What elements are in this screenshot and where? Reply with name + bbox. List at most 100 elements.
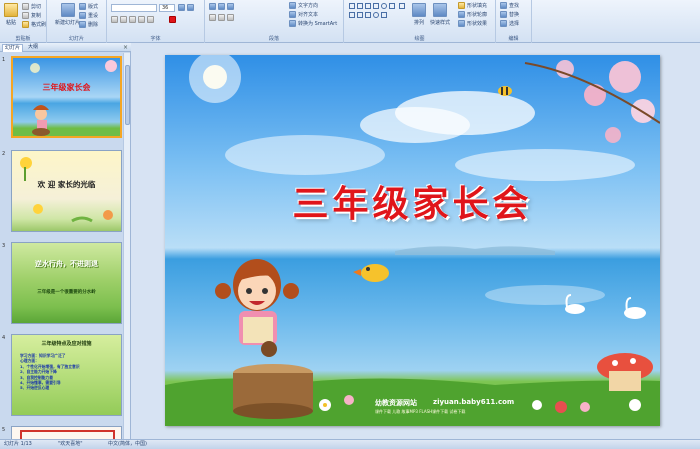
replace-icon <box>500 11 507 18</box>
shape-fill-button[interactable]: 形状填充 <box>458 2 487 9</box>
slide-thumbnail-5[interactable] <box>11 426 122 439</box>
tab-slides[interactable]: 幻灯片 <box>2 44 24 52</box>
slide-thumbnail-1[interactable]: 三年级家长会 <box>11 56 122 138</box>
select-button[interactable]: 选择 <box>500 20 519 27</box>
shape-effects-button[interactable]: 形状效果 <box>458 20 487 27</box>
clipboard-group-label: 剪贴板 <box>15 36 31 42</box>
find-button[interactable]: 查找 <box>500 2 519 9</box>
shadow-button[interactable] <box>147 16 154 23</box>
smartart-icon <box>289 20 296 27</box>
indent-button[interactable] <box>227 3 234 10</box>
effects-icon <box>458 20 465 27</box>
font-color-button[interactable] <box>169 16 176 23</box>
shrink-font-icon <box>187 4 194 11</box>
thumbnail-frame <box>20 430 115 439</box>
shape-arrow-icon[interactable] <box>373 3 379 9</box>
shapes-gallery[interactable] <box>348 3 408 29</box>
slide-count-status: 幻灯片 1/13 <box>4 441 32 447</box>
slide-title[interactable]: 三年级家长会 <box>165 175 660 227</box>
thumbnail-line: 5、开始逆反心理 <box>20 385 50 391</box>
shape-rect-icon[interactable] <box>349 12 355 18</box>
strikethrough-button[interactable] <box>138 16 145 23</box>
italic-button[interactable] <box>120 16 127 23</box>
slide-number: 3 <box>2 243 6 249</box>
align-left-button[interactable] <box>209 14 216 21</box>
font-size-combo[interactable]: 36 <box>159 4 175 12</box>
font-group-label: 字体 <box>150 36 161 42</box>
shape-oval-icon[interactable] <box>381 3 387 9</box>
new-slide-button[interactable]: 新建幻灯片 <box>55 3 80 26</box>
slide-editor: 三年级家长会 幼教资源网站 ziyuan.baby611.com 课件下载 儿歌… <box>131 43 700 439</box>
bold-button[interactable] <box>111 16 118 23</box>
slide-thumbnail-2[interactable]: 欢 迎 家长的光临 <box>11 150 122 232</box>
slide-number: 4 <box>2 335 6 341</box>
shape-brace-icon[interactable] <box>357 12 363 18</box>
language-status[interactable]: 中文(简体，中国) <box>108 440 147 449</box>
outline-pen-icon <box>458 11 465 18</box>
numbering-icon <box>218 3 225 10</box>
align-center-button[interactable] <box>218 14 225 21</box>
shape-rect-icon[interactable] <box>349 3 355 9</box>
slide-thumbnail-4[interactable]: 三年级特点及应对措施 学习方面：知识学习广泛了 心理方面： 1、个性化开始增强，… <box>11 334 122 416</box>
cut-button[interactable]: 剪切 <box>22 3 41 10</box>
text-direction-button[interactable]: 文字方向 <box>289 2 318 9</box>
select-icon <box>500 20 507 27</box>
site-subtitle-label: 课件下载 儿歌 故事MP3 FLASH课件下载 试卷下载 <box>375 409 466 414</box>
current-slide[interactable]: 三年级家长会 幼教资源网站 ziyuan.baby611.com 课件下载 儿歌… <box>165 55 660 426</box>
thumbnail-title: 三年级特点及应对措施 <box>41 341 92 347</box>
font-shrink-button[interactable] <box>187 4 194 11</box>
scroll-thumb[interactable] <box>125 65 130 125</box>
shape-rect-icon[interactable] <box>381 12 387 18</box>
slide-thumbnail-3[interactable]: 逆水行舟，不进则退 三年级是一个很重要的分水岭 <box>11 242 122 324</box>
indent-icon <box>227 3 234 10</box>
align-text-button[interactable]: 对齐文本 <box>289 11 318 18</box>
arrange-button[interactable]: 排列 <box>412 3 426 26</box>
scissors-icon <box>22 3 29 10</box>
thumbnail-subtitle: 三年级是一个很重要的分水岭 <box>37 290 96 295</box>
copy-icon <box>22 12 29 19</box>
shape-triangle-icon[interactable] <box>398 3 405 9</box>
reset-icon <box>79 12 86 19</box>
quick-styles-button[interactable]: 快速样式 <box>430 3 450 26</box>
align-text-icon <box>289 11 296 18</box>
shape-star-icon[interactable] <box>365 12 371 18</box>
tab-outline[interactable]: 大纲 <box>26 44 40 52</box>
align-left-icon <box>209 14 216 21</box>
format-painter-button[interactable]: 格式刷 <box>22 21 46 28</box>
shape-rect-icon[interactable] <box>389 3 395 9</box>
slide-background-art <box>165 55 660 426</box>
delete-slide-button[interactable]: 删除 <box>79 21 98 28</box>
editing-group: 查找 替换 选择 编辑 <box>496 0 532 43</box>
editing-group-label: 编辑 <box>508 36 519 42</box>
replace-button[interactable]: 替换 <box>500 11 519 18</box>
slide-number: 1 <box>2 57 6 63</box>
layout-button[interactable]: 版式 <box>79 3 98 10</box>
ribbon: 粘贴 剪切 复制 格式刷 剪贴板 新建幻灯片 版式 重设 删除 幻灯片 36 字… <box>0 0 700 43</box>
text-direction-icon <box>289 2 296 9</box>
panel-scrollbar[interactable] <box>123 53 130 439</box>
shape-rect-icon[interactable] <box>357 3 363 9</box>
smartart-button[interactable]: 转换为 SmartArt <box>289 20 337 27</box>
thumbnail-body: 学习方面：知识学习广泛了 心理方面： 1、个性化开始增强，有了独立意识 2、自主… <box>20 353 80 391</box>
slides-panel: 幻灯片 大纲 × 1 三年级家长会 2 欢 迎 家长的光临 3 逆水行舟，不进则… <box>0 43 131 439</box>
underline-button[interactable] <box>129 16 136 23</box>
shape-outline-button[interactable]: 形状轮廓 <box>458 11 487 18</box>
close-icon[interactable]: × <box>123 44 128 51</box>
status-bar: 幻灯片 1/13 "欢天喜地" 中文(简体，中国) <box>0 439 700 449</box>
bullets-icon <box>209 3 216 10</box>
font-color-icon <box>169 16 176 23</box>
align-right-button[interactable] <box>227 14 234 21</box>
shape-oval-icon[interactable] <box>373 12 379 18</box>
copy-button[interactable]: 复制 <box>22 12 41 19</box>
shape-line-icon[interactable] <box>365 3 371 9</box>
font-grow-button[interactable] <box>178 4 185 11</box>
numbering-button[interactable] <box>218 3 225 10</box>
paste-icon <box>4 3 18 17</box>
reset-button[interactable]: 重设 <box>79 12 98 19</box>
paste-button[interactable]: 粘贴 <box>4 3 18 26</box>
font-name-combo[interactable] <box>111 4 157 12</box>
grow-font-icon <box>178 4 185 11</box>
thumbnail-title: 逆水行舟，不进则退 <box>35 259 98 268</box>
bullets-button[interactable] <box>209 3 216 10</box>
strikethrough-icon <box>138 16 145 23</box>
